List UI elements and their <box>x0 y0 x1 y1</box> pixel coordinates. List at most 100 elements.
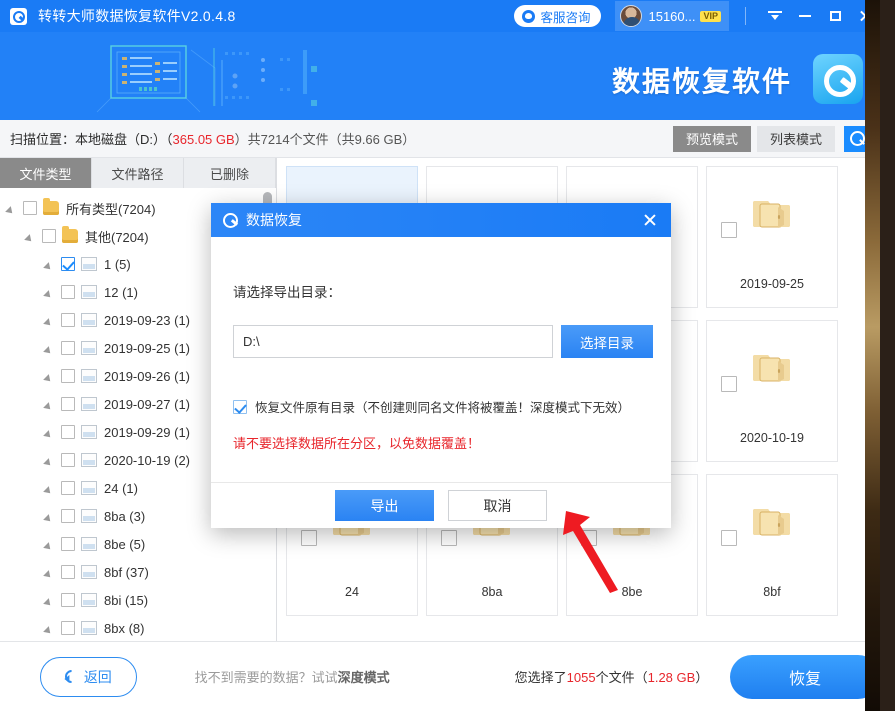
list-mode-button[interactable]: 列表模式 <box>757 126 835 152</box>
tree-item-checkbox[interactable] <box>61 481 75 495</box>
hint-prefix: 找不到需要的数据？试试 <box>195 670 338 685</box>
file-card-checkbox[interactable] <box>721 530 737 546</box>
file-card[interactable]: 2020-10-19 <box>706 320 838 462</box>
file-card-label: 2019-09-25 <box>707 277 837 291</box>
vip-badge: VIP <box>700 11 721 22</box>
tree-item-label: 所有类型(7204) <box>66 199 156 218</box>
tree-item-checkbox[interactable] <box>61 565 75 579</box>
tree-expand-icon[interactable] <box>44 566 56 578</box>
tree-item-checkbox[interactable] <box>42 229 56 243</box>
folder-icon <box>752 503 792 537</box>
tree-item-checkbox[interactable] <box>61 257 75 271</box>
choose-directory-button[interactable]: 选择目录 <box>561 325 653 358</box>
tree-item-checkbox[interactable] <box>61 313 75 327</box>
tree-item-checkbox[interactable] <box>61 621 75 635</box>
tree-item-checkbox[interactable] <box>61 453 75 467</box>
tree-item-checkbox[interactable] <box>61 537 75 551</box>
preview-mode-button[interactable]: 预览模式 <box>673 126 751 152</box>
tab-file-path[interactable]: 文件路径 <box>92 158 184 188</box>
customer-support-button[interactable]: 客服咨询 <box>514 5 601 27</box>
export-path-input[interactable] <box>233 325 553 358</box>
tree-expand-icon[interactable] <box>44 594 56 606</box>
tree-expand-icon[interactable] <box>44 622 56 634</box>
file-icon <box>81 313 97 327</box>
file-card-checkbox[interactable] <box>441 530 457 546</box>
tree-expand-icon[interactable] <box>44 258 56 270</box>
tree-item-checkbox[interactable] <box>61 397 75 411</box>
tree-item[interactable]: 8bi (15) <box>0 586 277 614</box>
cancel-button[interactable]: 取消 <box>448 490 547 521</box>
export-dialog: 数据恢复 请选择导出目录： 选择目录 恢复文件原有目录（不创建则同名文件将被覆盖… <box>211 203 671 528</box>
tree-expand-icon[interactable] <box>44 510 56 522</box>
folder-icon <box>752 349 792 383</box>
collapse-icon <box>768 10 782 22</box>
file-card[interactable]: 2019-09-25 <box>706 166 838 308</box>
banner-title: 数据恢复软件 <box>612 60 792 100</box>
tree-item-label: 2020-10-19 (2) <box>104 453 190 468</box>
dialog-title: 数据恢复 <box>246 210 302 230</box>
tree-item-label: 2019-09-26 (1) <box>104 369 190 384</box>
deep-mode-link[interactable]: 深度模式 <box>338 670 390 685</box>
file-card-checkbox[interactable] <box>301 530 317 546</box>
tree-item[interactable]: 8bf (37) <box>0 558 277 586</box>
headset-icon <box>522 10 535 23</box>
file-icon <box>81 537 97 551</box>
tree-item-checkbox[interactable] <box>61 425 75 439</box>
tree-expand-icon[interactable] <box>44 398 56 410</box>
title-bar: 转转大师数据恢复软件V2.0.4.8 客服咨询 15160... VIP <box>0 0 880 32</box>
tree-expand-icon[interactable] <box>44 482 56 494</box>
tab-deleted[interactable]: 已删除 <box>184 158 276 188</box>
tree-item-checkbox[interactable] <box>61 509 75 523</box>
file-card-label: 8ba <box>427 585 557 599</box>
export-button[interactable]: 导出 <box>335 490 434 521</box>
tree-expand-icon[interactable] <box>44 370 56 382</box>
tree-expand-icon[interactable] <box>44 342 56 354</box>
tree-expand-icon[interactable] <box>44 314 56 326</box>
dialog-close-icon[interactable] <box>643 213 657 227</box>
keep-structure-label: 恢复文件原有目录（不创建则同名文件将被覆盖！深度模式下无效） <box>255 397 630 416</box>
tree-expand-icon[interactable] <box>44 286 56 298</box>
file-card-label: 2020-10-19 <box>707 431 837 445</box>
file-icon <box>81 369 97 383</box>
file-card[interactable]: 8bf <box>706 474 838 616</box>
tree-item[interactable]: 8bx (8) <box>0 614 277 641</box>
tree-expand-icon[interactable] <box>44 426 56 438</box>
back-label: 返回 <box>84 667 112 687</box>
file-card-checkbox[interactable] <box>721 376 737 392</box>
tree-item-checkbox[interactable] <box>61 593 75 607</box>
scan-location-text: 扫描位置：本地磁盘（D:）（365.05 GB）共7214个文件（共9.66 G… <box>10 129 415 148</box>
tree-item-checkbox[interactable] <box>61 341 75 355</box>
back-button[interactable]: 返回 <box>40 657 137 697</box>
user-name: 15160... <box>648 9 695 24</box>
banner-decoration-icon <box>95 40 325 116</box>
scan-prefix: 扫描位置：本地磁盘（D:）（ <box>10 132 173 147</box>
tree-item-label: 8bf (37) <box>104 565 149 580</box>
tree-expand-icon[interactable] <box>6 202 18 214</box>
keep-structure-row[interactable]: 恢复文件原有目录（不创建则同名文件将被覆盖！深度模式下无效） <box>233 397 630 416</box>
tree-item-label: 8ba (3) <box>104 509 145 524</box>
tree-item-checkbox[interactable] <box>61 369 75 383</box>
recover-button[interactable]: 恢复 <box>730 655 880 699</box>
folder-icon <box>752 503 792 537</box>
tree-expand-icon[interactable] <box>44 538 56 550</box>
folder-icon <box>752 195 792 229</box>
title-bar-right: 客服咨询 15160... VIP <box>514 0 880 32</box>
tab-file-type[interactable]: 文件类型 <box>0 158 92 188</box>
tree-item-checkbox[interactable] <box>23 201 37 215</box>
folder-icon <box>62 229 78 243</box>
selected-file-count: 1055 <box>567 670 596 685</box>
desktop-background <box>865 0 880 711</box>
tree-item-label: 2019-09-29 (1) <box>104 425 190 440</box>
tree-item-checkbox[interactable] <box>61 285 75 299</box>
file-card-checkbox[interactable] <box>721 222 737 238</box>
maximize-button[interactable] <box>820 0 850 32</box>
tree-item-label: 其他(7204) <box>85 227 149 246</box>
tree-expand-icon[interactable] <box>44 454 56 466</box>
customer-support-label: 客服咨询 <box>540 7 590 26</box>
collapse-button[interactable] <box>760 0 790 32</box>
user-account-chip[interactable]: 15160... VIP <box>615 1 729 31</box>
keep-structure-checkbox[interactable] <box>233 400 247 414</box>
minimize-button[interactable] <box>790 0 820 32</box>
tree-expand-icon[interactable] <box>25 230 37 242</box>
tree-item[interactable]: 8be (5) <box>0 530 277 558</box>
